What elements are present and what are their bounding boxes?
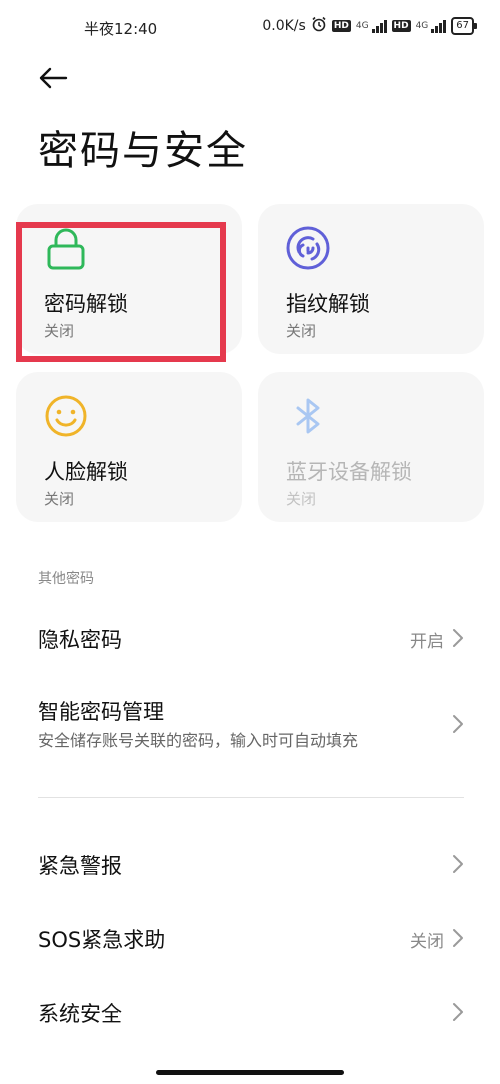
status-icons: 0.0K/s HD 4G HD 4G 67: [262, 16, 477, 36]
row-smart-password-management[interactable]: 智能密码管理 安全储存账号关联的密码，输入时可自动填充: [0, 690, 500, 760]
tile-status: 关闭: [44, 490, 75, 508]
signal-icon-2: [431, 19, 447, 33]
hd-badge: HD: [331, 20, 351, 32]
tile-status: 关闭: [286, 322, 317, 340]
chevron-right-icon: [452, 854, 464, 874]
home-indicator[interactable]: [156, 1070, 344, 1075]
network-type-2: 4G: [415, 21, 429, 31]
chevron-right-icon: [452, 714, 464, 734]
row-title: 紧急警报: [38, 854, 122, 878]
highlight-annotation-box: [16, 222, 226, 362]
row-subtitle: 安全储存账号关联的密码，输入时可自动填充: [38, 731, 359, 750]
row-value: 关闭: [410, 932, 444, 952]
bluetooth-icon: [286, 394, 330, 438]
row-value: 开启: [410, 632, 444, 652]
row-title: 系统安全: [38, 1002, 122, 1026]
section-header-other-passwords: 其他密码: [38, 571, 94, 587]
row-sos-emergency[interactable]: SOS紧急求助 关闭: [0, 912, 500, 964]
fingerprint-icon: [286, 226, 330, 270]
page-title: 密码与安全: [38, 128, 248, 174]
smiley-face-icon: [44, 394, 88, 438]
hd-badge-2: HD: [391, 20, 411, 32]
tile-fingerprint-unlock[interactable]: 指纹解锁 关闭: [258, 204, 484, 354]
tile-face-unlock[interactable]: 人脸解锁 关闭: [16, 372, 242, 522]
chevron-right-icon: [452, 1002, 464, 1022]
status-bar: 半夜12:40 0.0K/s HD 4G HD 4G 67: [0, 0, 500, 56]
tile-label: 指纹解锁: [286, 292, 370, 316]
alarm-icon: [311, 16, 327, 36]
back-button[interactable]: [38, 62, 78, 98]
status-time: 半夜12:40: [84, 20, 158, 38]
tile-label: 蓝牙设备解锁: [286, 460, 412, 484]
network-type: 4G: [355, 21, 369, 31]
chevron-right-icon: [452, 928, 464, 948]
row-privacy-password[interactable]: 隐私密码 开启: [0, 612, 500, 664]
row-emergency-alert[interactable]: 紧急警报: [0, 838, 500, 890]
row-title: 智能密码管理: [38, 700, 164, 724]
signal-icon: [371, 19, 387, 33]
tile-status: 关闭: [286, 490, 317, 508]
divider: [38, 797, 464, 798]
row-title: 隐私密码: [38, 628, 122, 652]
network-speed: 0.0K/s: [262, 18, 306, 34]
row-title: SOS紧急求助: [38, 928, 166, 952]
tile-bluetooth-unlock[interactable]: 蓝牙设备解锁 关闭: [258, 372, 484, 522]
back-arrow-icon: [38, 66, 68, 94]
tile-label: 人脸解锁: [44, 460, 128, 484]
battery-icon: 67: [451, 17, 477, 35]
row-system-security[interactable]: 系统安全: [0, 986, 500, 1038]
chevron-right-icon: [452, 628, 464, 648]
